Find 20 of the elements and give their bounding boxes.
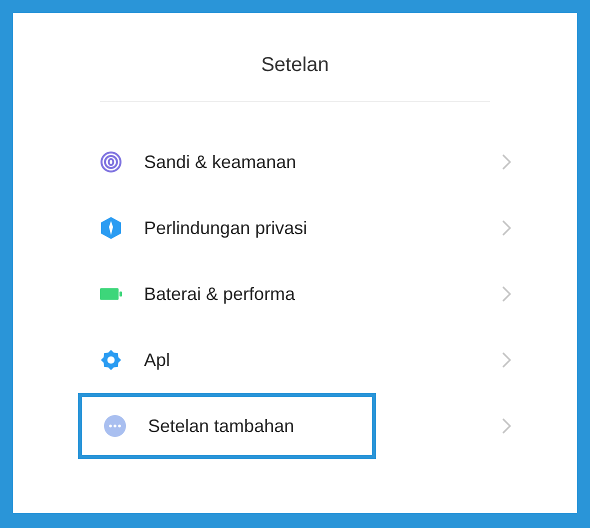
settings-item[interactable]: Apl xyxy=(78,327,512,393)
item-label: Setelan tambahan xyxy=(148,414,294,438)
chevron-icon xyxy=(502,154,511,170)
chevron-icon xyxy=(502,352,511,368)
item-label: Perlindungan privasi xyxy=(144,216,308,240)
battery-icon xyxy=(100,287,122,301)
chevron-icon xyxy=(502,286,511,302)
settings-item[interactable]: Sandi & keamanan xyxy=(78,129,512,195)
fingerprint-icon xyxy=(100,151,122,173)
item-label: Baterai & performa xyxy=(144,282,296,306)
page-title: Setelan xyxy=(261,53,329,78)
gear-icon xyxy=(100,348,122,372)
shield-icon xyxy=(100,216,122,240)
chevron-icon xyxy=(502,418,511,434)
settings-item[interactable]: Baterai & performa xyxy=(78,261,512,327)
chevron-icon xyxy=(502,220,511,236)
more-icon xyxy=(104,415,126,437)
item-label: Sandi & keamanan xyxy=(144,150,296,174)
item-label: Apl xyxy=(144,348,170,372)
settings-item[interactable]: Perlindungan privasi xyxy=(78,195,512,261)
